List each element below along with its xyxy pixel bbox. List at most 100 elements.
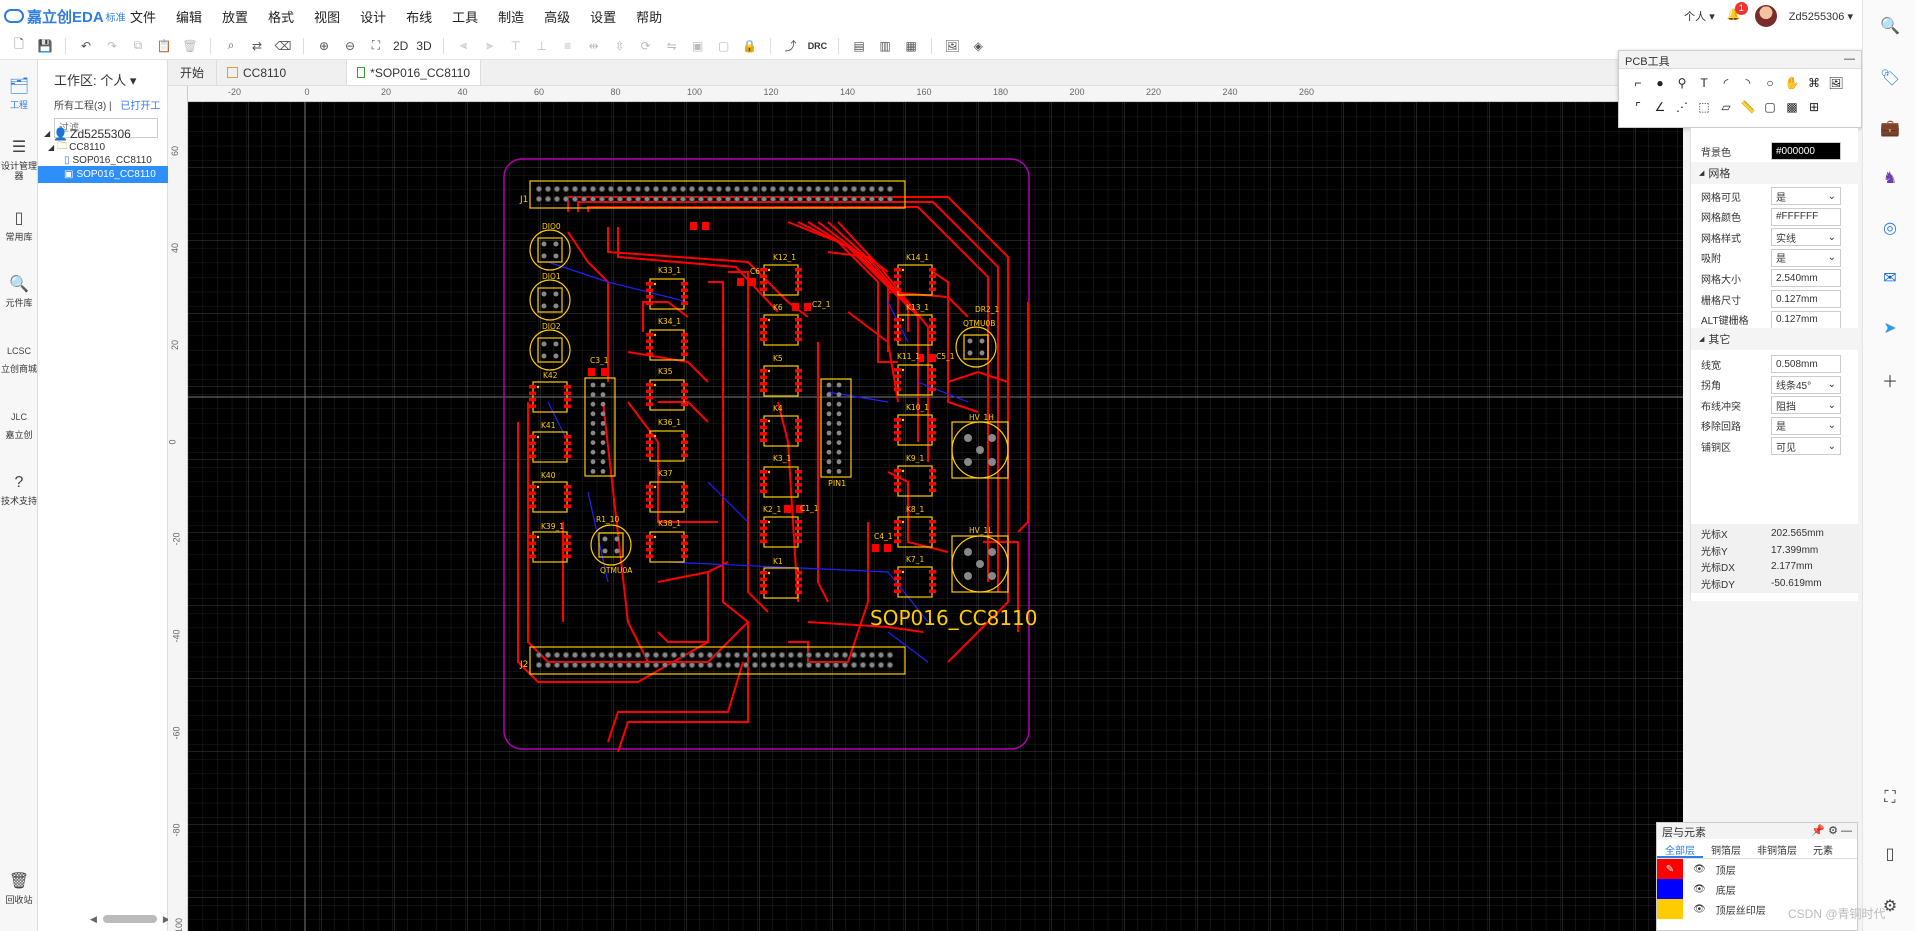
tab-cc8110[interactable]: CC8110 [217, 60, 348, 85]
erase-icon[interactable]: ⌫ [274, 37, 292, 55]
tab-copper-layers[interactable]: 铜箔层 [1703, 839, 1749, 858]
gear-icon[interactable]: ⚙ [1828, 825, 1838, 837]
distribute-v-icon[interactable]: ⇳ [611, 37, 629, 55]
search-icon[interactable]: 🔍 [1880, 16, 1900, 36]
new-file-icon[interactable]: 🗋 [10, 37, 28, 55]
copilot-icon[interactable]: ◎ [1880, 218, 1900, 238]
prop-value[interactable]: #FFFFFF [1771, 207, 1841, 226]
angle-icon[interactable]: ∠ [1649, 95, 1671, 119]
background-color-field[interactable]: #000000 [1771, 142, 1841, 160]
workspace-selector[interactable]: 工作区: 个人 ▾ [38, 60, 167, 89]
app-logo[interactable]: 嘉立创EDA 标准 [0, 6, 130, 27]
avatar[interactable] [1754, 5, 1777, 27]
opened-projects-link[interactable]: 已打开工 [120, 101, 160, 112]
layers-header[interactable]: 层与元素 📌 ⚙ — [1657, 823, 1857, 839]
menu-route[interactable]: 布线 [406, 7, 432, 26]
delete-icon[interactable]: 🗑 [181, 37, 199, 55]
find-icon[interactable]: ⌕ [222, 37, 240, 55]
tab-pcb[interactable]: *SOP016_CC8110 [347, 60, 482, 85]
layer-row[interactable]: 👁 底层 [1657, 879, 1857, 899]
pad-icon[interactable]: ● [1649, 71, 1671, 95]
text-icon[interactable]: T [1693, 71, 1715, 95]
nav-recycle-bin[interactable]: 🗑 回收站 [0, 855, 38, 921]
prop-value[interactable]: 实线 ⌄ [1771, 228, 1841, 247]
image-icon[interactable]: 🖼 [943, 37, 961, 55]
bell-icon[interactable]: 🔔 1 [1727, 2, 1748, 24]
fit-view-icon[interactable]: ⛶ [367, 37, 385, 55]
dimension-icon[interactable]: ⌜ [1627, 95, 1649, 119]
prop-value[interactable]: 0.508mm [1771, 355, 1841, 373]
grid-section[interactable]: ◢ 网格 [1691, 162, 1859, 184]
copy-icon[interactable]: ⧉ [129, 37, 147, 55]
scroll-thumb[interactable] [102, 915, 157, 923]
view-3d-button[interactable]: 3D [416, 37, 431, 55]
pcb-drawing[interactable]: J1 J2 PIN1 DIO0 DIO1 DIO2 K42 K41 K40 K3… [188, 102, 1683, 931]
redo-icon[interactable]: ↷ [103, 37, 121, 55]
save-icon[interactable]: 💾 [36, 37, 54, 55]
bom-icon[interactable]: ▤ [850, 37, 868, 55]
prop-value[interactable]: 可见 ⌄ [1771, 437, 1841, 456]
image-icon[interactable]: 🖼 [1825, 71, 1847, 95]
prop-value[interactable]: 是 ⌄ [1771, 416, 1841, 435]
circle-icon[interactable]: ○ [1759, 71, 1781, 95]
nav-common-library[interactable]: ▯ 常用库 [0, 192, 38, 258]
track-icon[interactable]: ⌐ [1627, 71, 1649, 95]
prop-value[interactable]: 是 ⌄ [1771, 187, 1841, 205]
arc-icon[interactable]: ◜ [1715, 71, 1737, 95]
nav-design-manager[interactable]: ☰ 设计管理器 [0, 126, 38, 192]
user-menu[interactable]: Zd5255306 ▾ [1789, 10, 1853, 23]
align-right-icon[interactable]: ⫸ [481, 37, 499, 55]
menu-place[interactable]: 放置 [222, 7, 248, 26]
briefcase-icon[interactable]: 💼 [1880, 118, 1900, 138]
align-top-icon[interactable]: ⊤ [507, 37, 525, 55]
zoom-out-icon[interactable]: ⊖ [341, 37, 359, 55]
hand-icon[interactable]: ✋ [1781, 71, 1803, 95]
copper-area-icon[interactable]: ⬚ [1693, 95, 1715, 119]
layer-color-swatch[interactable] [1657, 879, 1683, 899]
other-section[interactable]: ◢ 其它 [1691, 328, 1859, 350]
drc-button[interactable]: DRC [808, 37, 828, 55]
menu-fabrication[interactable]: 制造 [498, 7, 524, 26]
layer-color-swatch[interactable]: ✎ [1657, 859, 1683, 879]
prop-value[interactable]: 2.540mm [1771, 269, 1841, 288]
nav-tech-support[interactable]: ? 技术支持 [0, 456, 38, 522]
minimize-icon[interactable]: — [1841, 825, 1852, 837]
sidebar-icon[interactable]: ▯ [1880, 844, 1900, 864]
prop-value[interactable]: 阻挡 ⌄ [1771, 396, 1841, 415]
menu-advanced[interactable]: 高级 [544, 7, 570, 26]
measure-icon[interactable]: 📏 [1737, 95, 1759, 119]
photo-icon[interactable]: ▩ [1781, 95, 1803, 119]
layer-color-swatch[interactable] [1657, 899, 1683, 919]
flip-icon[interactable]: ⇋ [663, 37, 681, 55]
canvas-origin-icon[interactable]: ⊞ [1803, 95, 1825, 119]
paste-icon[interactable]: 📋 [155, 37, 173, 55]
zoom-in-icon[interactable]: ⊕ [315, 37, 333, 55]
layer-row[interactable]: ✎ 👁 顶层 [1657, 859, 1857, 879]
arc-center-icon[interactable]: ◝ [1737, 71, 1759, 95]
pcb-canvas[interactable]: J1 J2 PIN1 DIO0 DIO1 DIO2 K42 K41 K40 K3… [188, 102, 1683, 931]
prop-value[interactable]: 线条45° ⌄ [1771, 375, 1841, 394]
eye-icon[interactable]: 👁 [1693, 864, 1706, 875]
menu-design[interactable]: 设计 [360, 7, 386, 26]
smt-icon[interactable]: ▦ [902, 37, 920, 55]
chess-icon[interactable]: ♞ [1880, 168, 1900, 188]
distribute-h-icon[interactable]: ⇹ [585, 37, 603, 55]
scroll-left-icon[interactable]: ◀ [90, 914, 97, 925]
tab-all-layers[interactable]: 全部层 [1657, 839, 1703, 858]
nav-component-library[interactable]: 🔍 元件库 [0, 258, 38, 324]
tag-icon[interactable]: 🏷 [1880, 68, 1900, 88]
lock-icon[interactable]: 🔒 [741, 37, 759, 55]
menu-settings[interactable]: 设置 [590, 7, 616, 26]
connect-pad-icon[interactable]: ⌘ [1803, 71, 1825, 95]
outlook-icon[interactable]: ✉ [1880, 268, 1900, 288]
tab-non-copper-layers[interactable]: 非铜箔层 [1749, 839, 1805, 858]
prop-value[interactable]: 0.127mm [1771, 290, 1841, 308]
gerber-icon[interactable]: ▥ [876, 37, 894, 55]
pin-icon[interactable]: 📌 [1811, 825, 1825, 837]
screenshot-icon[interactable]: ⛶ [1880, 788, 1900, 808]
menu-edit[interactable]: 编辑 [176, 7, 202, 26]
tab-elements[interactable]: 元素 [1805, 839, 1841, 858]
menu-view[interactable]: 视图 [314, 7, 340, 26]
prop-value[interactable]: 是 ⌄ [1771, 248, 1841, 267]
nav-jlc[interactable]: JLC 嘉立创 [0, 390, 38, 456]
